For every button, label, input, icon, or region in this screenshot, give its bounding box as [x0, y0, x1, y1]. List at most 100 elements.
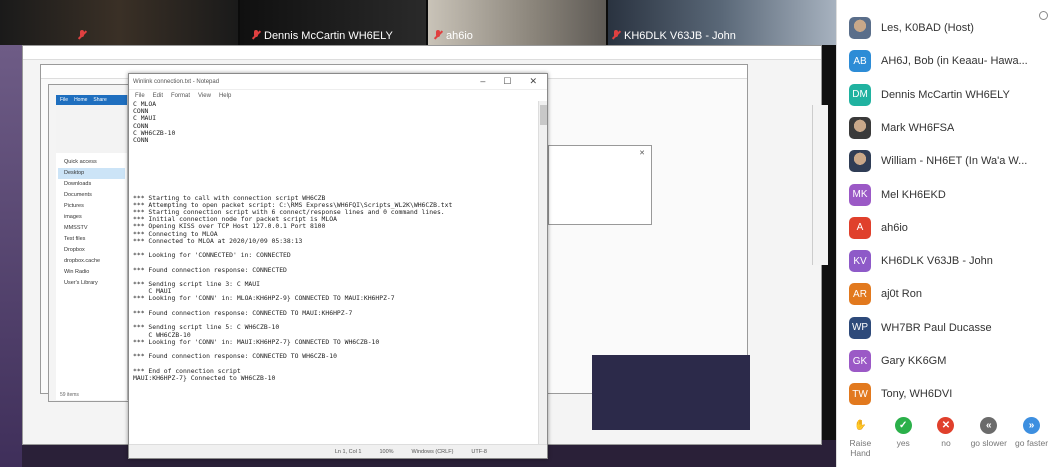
- avatar: AR: [849, 283, 871, 306]
- avatar: GK: [849, 350, 871, 372]
- ribbon-tabs: File Home Share: [56, 95, 127, 105]
- participant-row[interactable]: Les, K0BAD (Host): [837, 12, 1054, 44]
- video-tile-name: ah6io: [446, 30, 473, 42]
- notepad-window: Winlink connection.txt - Notepad – ☐ ✕ F…: [128, 73, 548, 459]
- tree-item[interactable]: MMSSTV: [58, 223, 125, 234]
- rewind-icon: «: [980, 417, 998, 434]
- notepad-text-area[interactable]: C MLOA CONN C MAUI CONN C WH6CZB-10 CONN…: [133, 101, 537, 444]
- avatar: WP: [849, 316, 871, 339]
- participant-name: AH6J, Bob (in Keaau- Hawa...: [881, 55, 1028, 68]
- participant-name: Les, K0BAD (Host): [881, 22, 974, 34]
- avatar: [849, 17, 871, 39]
- reaction-go-faster-button[interactable]: » go faster: [1012, 412, 1052, 467]
- reaction-label: no: [941, 438, 951, 448]
- participant-row[interactable]: Mark WH6FSA: [837, 112, 1054, 144]
- reaction-bar: ✋ Raise Hand ✓ yes ✕ no « go slower » go faster: [837, 412, 1054, 467]
- hand-icon: ✋: [854, 420, 867, 431]
- video-tile-kh6dlk[interactable]: KH6DLK V63JB - John: [608, 0, 836, 45]
- reaction-label: go faster: [1015, 438, 1049, 448]
- background-dialog: ✕: [548, 145, 652, 225]
- reaction-label: go slower: [970, 438, 1007, 448]
- menu-view[interactable]: View: [198, 93, 211, 99]
- tree-item[interactable]: Dropbox: [58, 245, 125, 256]
- participant-row[interactable]: AB AH6J, Bob (in Keaau- Hawa...: [837, 45, 1054, 77]
- participant-row[interactable]: DM Dennis McCartin WH6ELY: [837, 79, 1054, 111]
- tree-item[interactable]: Downloads: [58, 179, 125, 190]
- participant-name: Mark WH6FSA: [881, 121, 955, 134]
- avatar: [849, 116, 871, 139]
- notepad-menubar: File Edit Format View Help: [129, 90, 547, 101]
- menu-format[interactable]: Format: [171, 93, 190, 99]
- video-tile-1[interactable]: [0, 0, 238, 45]
- participant-row[interactable]: MK Mel KH6EKD: [837, 179, 1054, 211]
- check-icon: ✓: [894, 417, 912, 434]
- desktop-wallpaper: [0, 45, 22, 467]
- reaction-label: yes: [896, 438, 910, 448]
- participant-row[interactable]: AR aj0t Ron: [837, 278, 1054, 310]
- tree-item-selected[interactable]: Desktop: [58, 168, 125, 179]
- tab-share[interactable]: Share: [93, 97, 106, 103]
- scrollbar-thumb[interactable]: [540, 105, 547, 125]
- participant-name: KH6DLK V63JB - John: [881, 255, 993, 268]
- reaction-yes-button[interactable]: ✓ yes: [883, 412, 923, 467]
- status-encoding: UTF-8: [471, 449, 487, 455]
- notepad-titlebar: Winlink connection.txt - Notepad – ☐ ✕: [129, 74, 547, 90]
- menu-file[interactable]: File: [135, 93, 145, 99]
- tab-home[interactable]: Home: [74, 97, 87, 103]
- participant-row[interactable]: GK Gary KK6GM: [837, 345, 1054, 377]
- video-strip: Dennis McCartin WH6ELY ah6io KH6DLK V63J…: [0, 0, 836, 45]
- explorer-status: 59 items: [60, 392, 79, 398]
- menu-edit[interactable]: Edit: [153, 93, 163, 99]
- x-icon: ✕: [937, 417, 955, 434]
- tree-item[interactable]: images: [58, 212, 125, 223]
- reaction-go-slower-button[interactable]: « go slower: [969, 412, 1009, 467]
- vertical-scrollbar[interactable]: [538, 101, 547, 444]
- tree-item[interactable]: Quick access: [58, 157, 125, 168]
- avatar: [849, 150, 871, 173]
- muted-mic-icon: [612, 30, 620, 40]
- notepad-statusbar: Ln 1, Col 1 100% Windows (CRLF) UTF-8: [129, 444, 547, 458]
- participant-row[interactable]: KV KH6DLK V63JB - John: [837, 245, 1054, 277]
- participant-name: aj0t Ron: [881, 288, 922, 301]
- close-icon[interactable]: ✕: [639, 149, 645, 157]
- minimize-icon[interactable]: –: [480, 76, 485, 87]
- menu-help[interactable]: Help: [219, 93, 231, 99]
- participant-row[interactable]: TW Tony, WH6DVI: [837, 378, 1054, 410]
- tree-item[interactable]: User's Library: [58, 278, 125, 289]
- video-tile-ah6io[interactable]: ah6io: [428, 0, 606, 45]
- ribbon: [56, 105, 127, 153]
- participant-name: Gary KK6GM: [881, 355, 947, 367]
- shared-screen: Dennis McCartin WH6ELY ah6io KH6DLK V63J…: [0, 0, 836, 467]
- reaction-label: Raise Hand: [849, 438, 872, 458]
- avatar: MK: [849, 183, 871, 206]
- nav-tree: Quick access Desktop Downloads Documents…: [56, 153, 127, 293]
- participant-row[interactable]: WP WH7BR Paul Ducasse: [837, 312, 1054, 344]
- tree-item[interactable]: Win Radio: [58, 267, 125, 278]
- video-tile-dennis[interactable]: Dennis McCartin WH6ELY: [240, 0, 426, 45]
- tab-file[interactable]: File: [60, 97, 68, 103]
- participant-name: Dennis McCartin WH6ELY: [881, 88, 1010, 101]
- avatar: TW: [849, 383, 871, 406]
- participant-name: Tony, WH6DVI: [881, 388, 953, 401]
- tree-item[interactable]: Documents: [58, 190, 125, 201]
- side-toolbar: [812, 105, 828, 265]
- status-zoom: 100%: [379, 449, 394, 455]
- avatar: DM: [849, 83, 871, 106]
- reaction-no-button[interactable]: ✕ no: [926, 412, 966, 467]
- tree-item[interactable]: Test files: [58, 234, 125, 245]
- participant-name: ah6io: [881, 221, 908, 234]
- participant-row[interactable]: William - NH6ET (In Wa'a W...: [837, 145, 1054, 177]
- close-icon[interactable]: ✕: [529, 76, 537, 87]
- reaction-raise-hand-button[interactable]: ✋ Raise Hand: [840, 412, 880, 467]
- avatar: AB: [849, 50, 871, 73]
- video-tile-name: KH6DLK V63JB - John: [624, 30, 736, 42]
- host-settings-icon[interactable]: [1039, 11, 1048, 20]
- muted-mic-icon: [78, 30, 86, 40]
- maximize-icon[interactable]: ☐: [503, 76, 511, 87]
- file-explorer: File Home Share Quick access Desktop Dow…: [56, 95, 128, 400]
- tree-item[interactable]: dropbox.cache: [58, 256, 125, 267]
- participants-panel: Les, K0BAD (Host) AB AH6J, Bob (in Keaau- …: [836, 0, 1054, 467]
- slide-thumbnail: [592, 355, 750, 430]
- participant-row[interactable]: Aah6io: [837, 212, 1054, 244]
- tree-item[interactable]: Pictures: [58, 201, 125, 212]
